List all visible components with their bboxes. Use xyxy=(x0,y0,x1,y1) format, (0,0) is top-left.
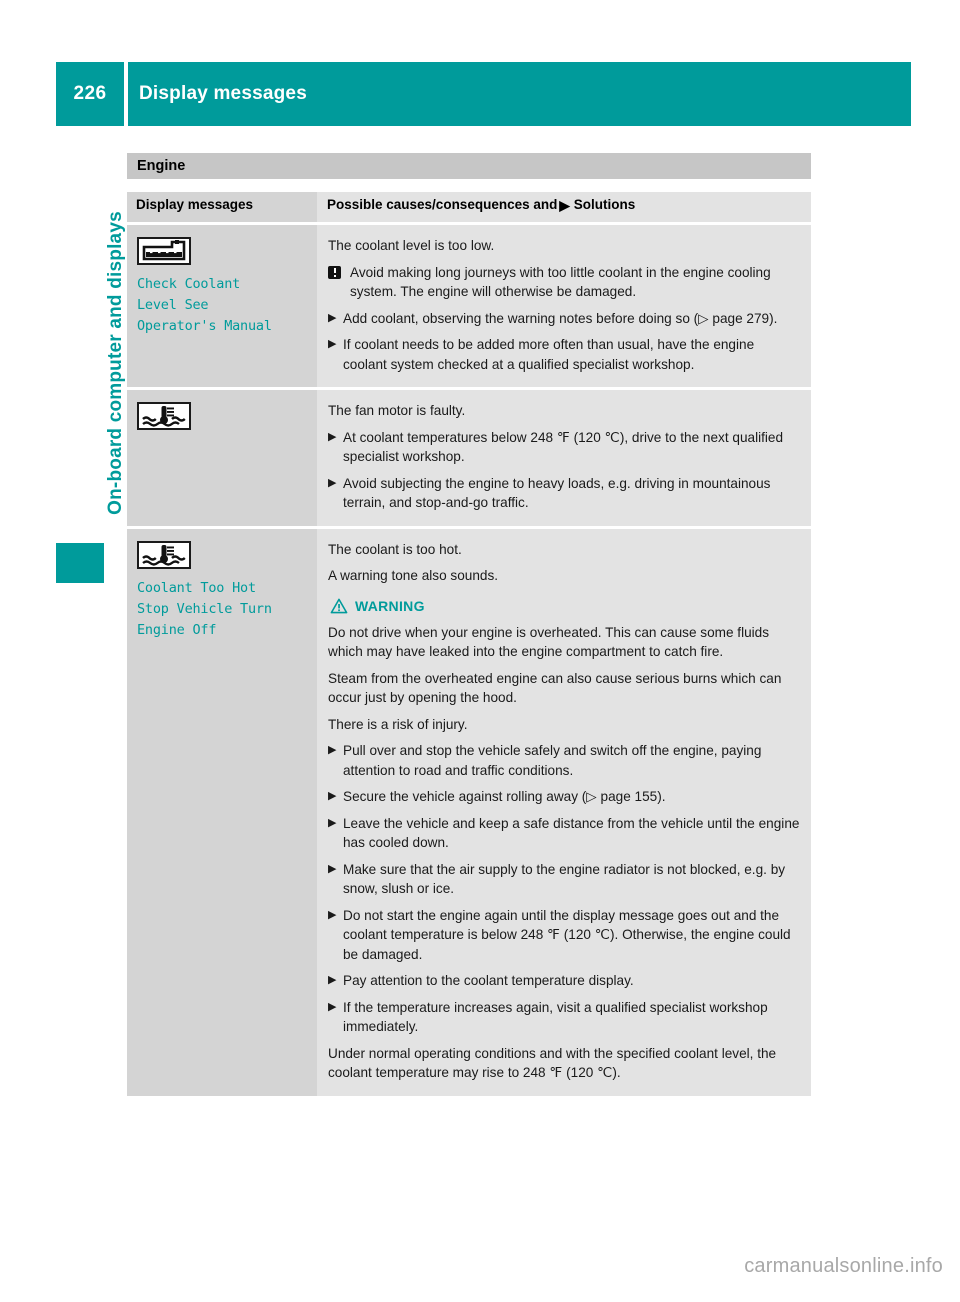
solution-bullet: ▶ Pay attention to the coolant temperatu… xyxy=(328,971,801,991)
cause-paragraph: The coolant is too hot. xyxy=(328,541,462,557)
page-title: Display messages xyxy=(139,83,307,104)
caution-note-text: Avoid making long journeys with too litt… xyxy=(350,264,771,300)
solid-triangle-icon: ▶ xyxy=(328,744,337,756)
page-number: 226 xyxy=(73,83,107,104)
solid-triangle-icon: ▶ xyxy=(328,476,337,489)
table-row: Check Coolant Level See Operator's Manua… xyxy=(127,225,811,387)
cause-paragraph: The fan motor is faulty. xyxy=(328,403,466,418)
table-row: Coolant Too Hot Stop Vehicle Turn Engine… xyxy=(127,528,811,1096)
solution-text: Do not start the engine again until the … xyxy=(343,907,791,962)
solution-text: Add coolant, observing the warning notes… xyxy=(343,310,778,326)
solution-bullet: ▶ Secure the vehicle against rolling awa… xyxy=(328,787,801,807)
cause-paragraph: A warning tone also sounds. xyxy=(328,568,499,583)
warning-title: WARNING xyxy=(355,597,425,614)
solid-triangle-icon: ▶ xyxy=(328,338,337,350)
chapter-label: On-board computer and displays xyxy=(105,211,126,515)
exclamation-box-icon xyxy=(328,263,350,302)
solid-triangle-icon: ▶ xyxy=(328,974,337,986)
warning-paragraph: There is a risk of injury. xyxy=(328,716,468,732)
solution-bullet: ▶ At coolant temperatures below 248 ℉ (1… xyxy=(328,428,801,467)
coolant-reservoir-level-icon xyxy=(137,237,191,265)
section-title: Engine xyxy=(137,158,186,174)
cause-paragraph: The coolant level is too low. xyxy=(328,238,495,253)
solid-triangle-icon: ▶ xyxy=(328,862,337,875)
row-symbol-cell xyxy=(127,390,317,526)
coolant-temperature-icon xyxy=(137,402,191,430)
solid-triangle-icon: ▶ xyxy=(328,908,337,921)
table-header-row: Display messages Possible causes/consequ… xyxy=(127,192,811,222)
warning-paragraph: Do not drive when your engine is overhea… xyxy=(328,624,770,660)
display-messages-table: Display messages Possible causes/consequ… xyxy=(127,192,811,1099)
column-header-causes-solutions: Possible causes/consequences and ▶ Solut… xyxy=(317,192,811,222)
column-header-solutions-text: Solutions xyxy=(573,197,636,212)
solid-triangle-icon: ▶ xyxy=(559,198,570,213)
solution-text: Avoid subjecting the engine to heavy loa… xyxy=(343,475,771,511)
solution-text: At coolant temperatures below 248 ℉ (120… xyxy=(343,429,784,465)
row-content-cell: The fan motor is faulty. ▶ At coolant te… xyxy=(317,390,811,526)
solid-triangle-icon: ▶ xyxy=(328,790,337,802)
solution-text: Make sure that the air supply to the eng… xyxy=(343,861,786,897)
coolant-temperature-icon xyxy=(137,540,191,569)
chapter-tab-marker xyxy=(56,543,104,583)
warning-header: WARNING xyxy=(330,598,801,614)
display-message-text: Coolant Too Hot Stop Vehicle Turn Engine… xyxy=(137,579,272,638)
row-content-cell: The coolant is too hot. A warning tone a… xyxy=(317,528,811,1096)
display-message-text: Check Coolant Level See Operator's Manua… xyxy=(137,276,272,334)
solution-bullet: ▶ If the temperature increases again, vi… xyxy=(328,998,801,1037)
solid-triangle-icon: ▶ xyxy=(328,1000,337,1013)
solution-text: Leave the vehicle and keep a safe distan… xyxy=(343,815,800,851)
column-header-display-messages: Display messages xyxy=(127,192,317,222)
solution-text: Pull over and stop the vehicle safely an… xyxy=(343,743,762,778)
solution-bullet: ▶ Do not start the engine again until th… xyxy=(328,906,801,965)
solid-triangle-icon: ▶ xyxy=(328,816,337,829)
header-divider xyxy=(124,62,128,126)
solution-bullet: ▶ If coolant needs to be added more ofte… xyxy=(328,335,801,374)
solid-triangle-icon: ▶ xyxy=(328,311,337,324)
row-symbol-cell: Coolant Too Hot Stop Vehicle Turn Engine… xyxy=(127,528,317,1096)
solution-text: Secure the vehicle against rolling away … xyxy=(343,789,666,804)
caution-note: Avoid making long journeys with too litt… xyxy=(328,263,801,302)
solution-bullet: ▶ Pull over and stop the vehicle safely … xyxy=(328,741,801,780)
column-header-causes-text: Possible causes/consequences and xyxy=(327,197,558,212)
solution-bullet: ▶ Add coolant, observing the warning not… xyxy=(328,309,801,329)
solution-text: Pay attention to the coolant temperature… xyxy=(343,973,634,988)
solid-triangle-icon: ▶ xyxy=(328,430,337,443)
solution-bullet: ▶ Avoid subjecting the engine to heavy l… xyxy=(328,474,801,513)
closing-paragraph: Under normal operating conditions and wi… xyxy=(328,1045,777,1081)
watermark: carmanualsonline.info xyxy=(744,1255,943,1277)
table-row: The fan motor is faulty. ▶ At coolant te… xyxy=(127,390,811,526)
row-content-cell: The coolant level is too low. Avoid maki… xyxy=(317,225,811,387)
solution-bullet: ▶ Make sure that the air supply to the e… xyxy=(328,860,801,899)
solution-bullet: ▶ Leave the vehicle and keep a safe dist… xyxy=(328,814,801,853)
warning-triangle-icon xyxy=(330,598,348,613)
solution-text: If the temperature increases again, visi… xyxy=(343,999,768,1035)
section-title-bar: Engine xyxy=(127,153,811,179)
row-symbol-cell: Check Coolant Level See Operator's Manua… xyxy=(127,225,317,387)
solution-text: If coolant needs to be added more often … xyxy=(343,337,755,372)
warning-paragraph: Steam from the overheated engine can als… xyxy=(328,670,782,706)
